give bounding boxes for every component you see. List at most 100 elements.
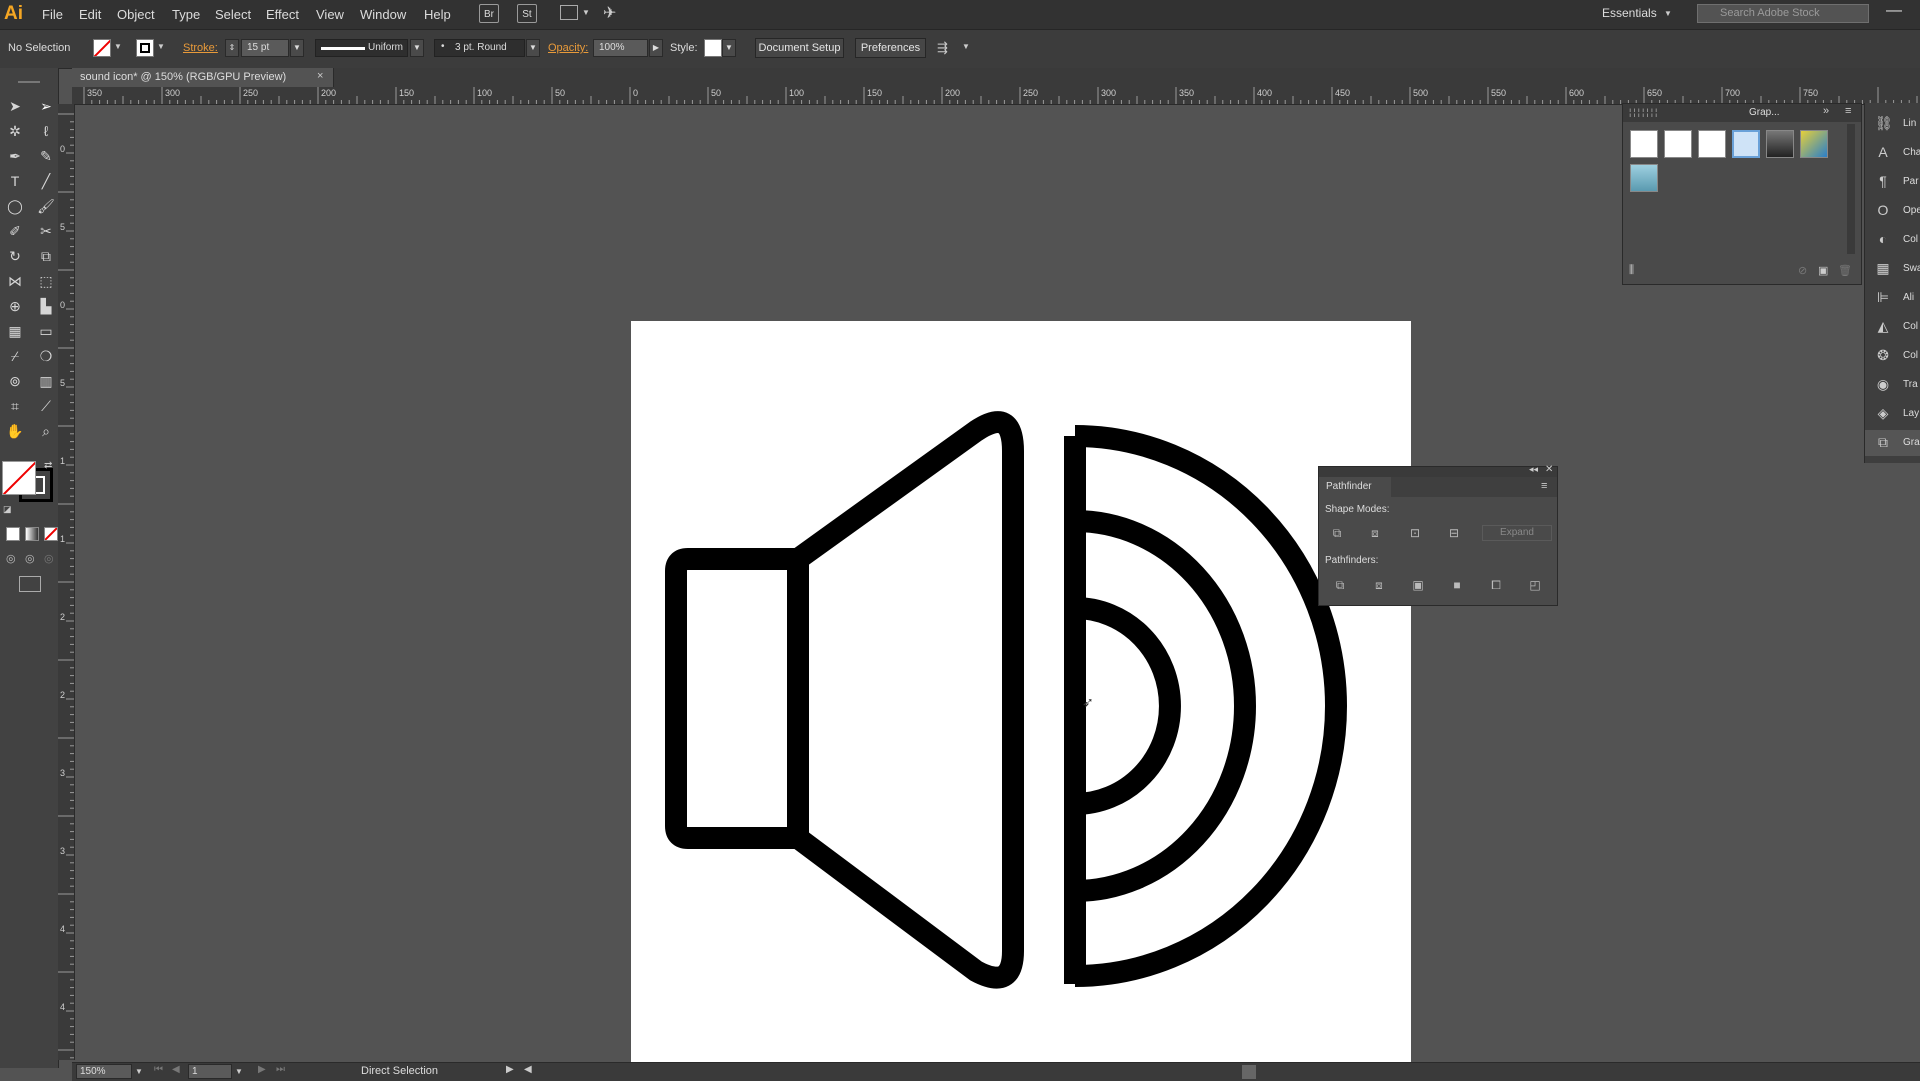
bridge-button[interactable]: Br	[479, 4, 499, 23]
menu-effect[interactable]: Effect	[266, 7, 299, 22]
hand-tool-icon[interactable]: ✋	[3, 420, 27, 442]
draw-behind-icon[interactable]: ◎	[25, 552, 35, 565]
document-setup-button[interactable]: Document Setup	[755, 38, 844, 58]
panel-menu-icon[interactable]: ≡	[1845, 105, 1851, 117]
collapse-panel-icon[interactable]: ◂◂	[1529, 464, 1538, 475]
free-transform-tool-icon[interactable]: ⬚	[34, 270, 58, 292]
artboard-tool-icon[interactable]: ⌗	[3, 395, 27, 417]
dock-item-transparency[interactable]: ◉ Tra	[1865, 372, 1920, 398]
dock-item-color-guide[interactable]: ◐ Col	[1865, 227, 1920, 253]
variable-width-profile[interactable]: Uniform	[315, 39, 408, 57]
document-tab[interactable]: sound icon* @ 150% (RGB/GPU Preview)	[72, 68, 334, 87]
expand-panel-icon[interactable]: »	[1823, 105, 1829, 117]
fill-color-box[interactable]	[2, 461, 36, 495]
brush-definition[interactable]: • 3 pt. Round	[434, 39, 525, 57]
pathfinder-tab[interactable]: Pathfinder	[1319, 477, 1391, 497]
stroke-weight-input[interactable]: 15 pt	[241, 39, 289, 57]
artboard-dropdown-icon[interactable]: ▼	[232, 1064, 246, 1079]
arrange-chevron-icon[interactable]: ▼	[962, 42, 970, 51]
lasso-tool-icon[interactable]: ℓ	[34, 120, 58, 142]
workspace-chevron-icon[interactable]: ▼	[1664, 9, 1672, 18]
dock-item-graphic-styles[interactable]: ⧉ Gra	[1865, 430, 1920, 456]
dock-item-layers[interactable]: ◈ Lay	[1865, 401, 1920, 427]
slice-tool-icon[interactable]: ⟋	[34, 395, 58, 417]
selection-tool-icon[interactable]: ➤	[3, 95, 27, 117]
curvature-tool-icon[interactable]: ✎	[34, 145, 58, 167]
shape-builder-tool-icon[interactable]: ⊕	[3, 295, 27, 317]
previous-artboard-icon[interactable]: ◀	[172, 1064, 180, 1075]
last-artboard-icon[interactable]: ⏭	[276, 1064, 285, 1075]
artboard-number-field[interactable]: 1	[188, 1064, 232, 1079]
style-swatch-default[interactable]	[1630, 130, 1658, 158]
opacity-input[interactable]: 100%	[593, 39, 648, 57]
symbol-sprayer-tool-icon[interactable]: ⊚	[3, 370, 27, 392]
profile-dropdown[interactable]: ▼	[410, 39, 424, 57]
artboard[interactable]: ➶	[631, 321, 1411, 1063]
type-tool-icon[interactable]: T	[3, 170, 27, 192]
style-swatch-pattern[interactable]	[1800, 130, 1828, 158]
arrange-documents-icon[interactable]	[560, 5, 578, 20]
style-swatch-image[interactable]	[1630, 164, 1658, 192]
direct-selection-tool-icon[interactable]: ➢	[34, 95, 58, 117]
menu-object[interactable]: Object	[117, 7, 155, 22]
gradient-tool-icon[interactable]: ▭	[34, 320, 58, 342]
scale-tool-icon[interactable]: ⧉	[34, 245, 58, 267]
gpu-performance-icon[interactable]: ✈	[603, 3, 616, 23]
blob-brush-tool-icon[interactable]: ✐	[3, 220, 27, 242]
outline-icon[interactable]: ⧠	[1487, 577, 1505, 593]
gradient-mode-icon[interactable]	[25, 527, 39, 541]
style-swatch-none[interactable]	[1664, 130, 1692, 158]
arrange-icon[interactable]: ⇶	[937, 40, 948, 56]
style-dropdown[interactable]: ▼	[722, 39, 736, 57]
search-input[interactable]: Search Adobe Stock	[1697, 4, 1869, 23]
intersect-icon[interactable]: ⊡	[1406, 525, 1424, 541]
style-libraries-icon[interactable]: ⫼	[1629, 264, 1634, 277]
style-swatch-stroke[interactable]	[1698, 130, 1726, 158]
zoom-field[interactable]: 150%	[76, 1064, 132, 1079]
exclude-icon[interactable]: ⊟	[1445, 525, 1463, 541]
graphic-styles-tab[interactable]: Grap...	[1749, 107, 1780, 118]
zoom-dropdown-icon[interactable]: ▼	[132, 1064, 146, 1079]
stroke-weight-stepper[interactable]: ⇕	[225, 39, 239, 57]
horizontal-scroll-thumb[interactable]	[1242, 1065, 1256, 1079]
merge-icon[interactable]: ▣	[1409, 577, 1427, 593]
current-tool-status[interactable]: Direct Selection	[361, 1065, 438, 1077]
fill-dropdown-icon[interactable]: ▼	[114, 42, 122, 51]
pathfinder-titlebar[interactable]: ◂◂ ✕	[1319, 464, 1557, 477]
scissors-tool-icon[interactable]: ✂	[34, 220, 58, 242]
next-artboard-icon[interactable]: ▶	[258, 1064, 266, 1075]
chevron-down-icon[interactable]: ▼	[582, 8, 590, 17]
speaker-artwork[interactable]	[631, 321, 1411, 1063]
expand-button[interactable]: Expand	[1482, 525, 1552, 541]
dock-item-paragraph[interactable]: ¶ Par	[1865, 169, 1920, 195]
stroke-weight-dropdown[interactable]: ▼	[290, 39, 304, 57]
status-menu-icon[interactable]: ▶	[506, 1064, 514, 1075]
dock-item-color-themes[interactable]: ❂ Col	[1865, 343, 1920, 369]
break-link-icon[interactable]: ⊘	[1798, 264, 1807, 277]
delete-style-icon[interactable]: 🗑	[1838, 264, 1852, 277]
perspective-grid-tool-icon[interactable]: ▙	[34, 295, 58, 317]
menu-file[interactable]: File	[42, 7, 63, 22]
minus-front-icon[interactable]: ⧈	[1366, 525, 1384, 541]
screen-mode-icon[interactable]	[19, 576, 41, 592]
new-style-icon[interactable]: ▣	[1818, 264, 1828, 277]
dock-item-links[interactable]: ⛓ Lin	[1865, 111, 1920, 137]
panel-menu-icon[interactable]: ≡	[1541, 480, 1547, 492]
color-mode-icon[interactable]	[6, 527, 20, 541]
minus-back-icon[interactable]: ◰	[1526, 577, 1544, 593]
toolbar-grip[interactable]	[18, 81, 40, 83]
mesh-tool-icon[interactable]: ▦	[3, 320, 27, 342]
zoom-tool-icon[interactable]: ⌕	[34, 420, 58, 442]
trim-icon[interactable]: ⧈	[1370, 577, 1388, 593]
menu-type[interactable]: Type	[172, 7, 200, 22]
style-swatch-outline[interactable]	[1732, 130, 1760, 158]
draw-normal-icon[interactable]: ◎	[6, 552, 16, 565]
panel-scrollbar[interactable]	[1847, 124, 1855, 254]
width-tool-icon[interactable]: ⋈	[3, 270, 27, 292]
first-artboard-icon[interactable]: ⏮	[154, 1064, 163, 1075]
stock-button[interactable]: St	[517, 4, 537, 23]
panel-tabs-icon[interactable]: ¦¦¦¦¦¦¦	[1629, 107, 1659, 117]
menu-edit[interactable]: Edit	[79, 7, 101, 22]
workspace-switcher[interactable]: Essentials	[1602, 6, 1657, 20]
style-swatch-shadow[interactable]	[1766, 130, 1794, 158]
